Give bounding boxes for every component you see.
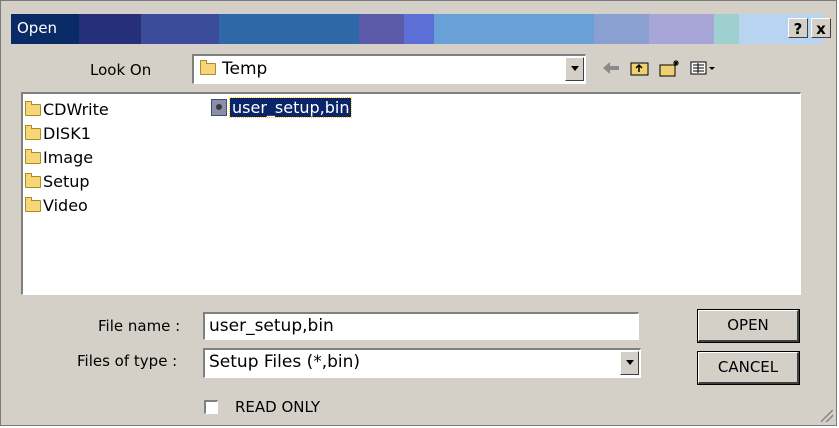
folder-item-setup[interactable]: Setup bbox=[25, 172, 90, 191]
readonly-checkbox[interactable] bbox=[204, 400, 218, 414]
folder-item-cdwrite[interactable]: CDWrite bbox=[25, 100, 109, 119]
open-dialog: Open ? x Look On Temp CDWrite DISK1 Imag… bbox=[0, 0, 837, 426]
lookin-dropdown[interactable]: Temp bbox=[192, 54, 586, 84]
folder-label: DISK1 bbox=[43, 124, 91, 143]
resize-grip[interactable] bbox=[821, 410, 833, 422]
view-menu-icon[interactable] bbox=[689, 59, 717, 77]
folder-icon bbox=[25, 196, 41, 212]
folder-label: Image bbox=[43, 148, 94, 167]
folder-item-disk1[interactable]: DISK1 bbox=[25, 124, 91, 143]
filetype-dropdown-button[interactable] bbox=[620, 351, 639, 375]
folder-icon bbox=[200, 60, 218, 75]
lookin-value: Temp bbox=[222, 59, 268, 79]
up-folder-icon[interactable] bbox=[629, 59, 651, 77]
lookin-label: Look On bbox=[90, 61, 152, 79]
folder-icon bbox=[25, 172, 41, 188]
titlebar-segment bbox=[219, 14, 359, 44]
folder-icon bbox=[25, 148, 41, 164]
folder-label: Setup bbox=[43, 172, 90, 191]
folder-item-image[interactable]: Image bbox=[25, 148, 93, 167]
titlebar-segment bbox=[79, 14, 141, 44]
filetype-label: Files of type : bbox=[77, 352, 178, 370]
open-button[interactable]: OPEN bbox=[697, 309, 800, 343]
folder-label: CDWrite bbox=[43, 100, 109, 119]
title-bar[interactable]: Open ? x bbox=[11, 14, 833, 44]
help-button[interactable]: ? bbox=[788, 18, 808, 38]
filename-label: File name : bbox=[98, 317, 181, 335]
back-arrow-icon[interactable] bbox=[601, 59, 621, 77]
file-icon bbox=[211, 99, 227, 116]
titlebar-segment bbox=[359, 14, 404, 44]
folder-item-video[interactable]: Video bbox=[25, 196, 88, 215]
readonly-label: READ ONLY bbox=[235, 398, 321, 416]
file-label: user_setup,bin bbox=[228, 97, 353, 118]
new-folder-icon[interactable] bbox=[659, 59, 681, 77]
titlebar-segment bbox=[594, 14, 649, 44]
titlebar-segment bbox=[649, 14, 714, 44]
file-item-user-setup[interactable]: user_setup,bin bbox=[211, 97, 353, 118]
filetype-dropdown[interactable]: Setup Files (*,bin) bbox=[203, 348, 641, 378]
filename-field[interactable]: user_setup,bin bbox=[203, 312, 639, 340]
folder-icon bbox=[25, 100, 41, 116]
cancel-button[interactable]: CANCEL bbox=[697, 351, 800, 385]
titlebar-segment bbox=[714, 14, 739, 44]
titlebar-segment bbox=[434, 14, 594, 44]
close-button[interactable]: x bbox=[811, 18, 831, 38]
folder-icon bbox=[25, 124, 41, 140]
filetype-value: Setup Files (*,bin) bbox=[209, 352, 361, 372]
filename-value: user_setup,bin bbox=[209, 316, 334, 336]
titlebar-segment bbox=[141, 14, 219, 44]
window-title: Open bbox=[17, 19, 58, 37]
lookin-dropdown-button[interactable] bbox=[565, 57, 584, 81]
titlebar-segment bbox=[404, 14, 434, 44]
file-list[interactable]: CDWrite DISK1 Image Setup Video user_set… bbox=[21, 92, 801, 295]
folder-label: Video bbox=[43, 196, 88, 215]
